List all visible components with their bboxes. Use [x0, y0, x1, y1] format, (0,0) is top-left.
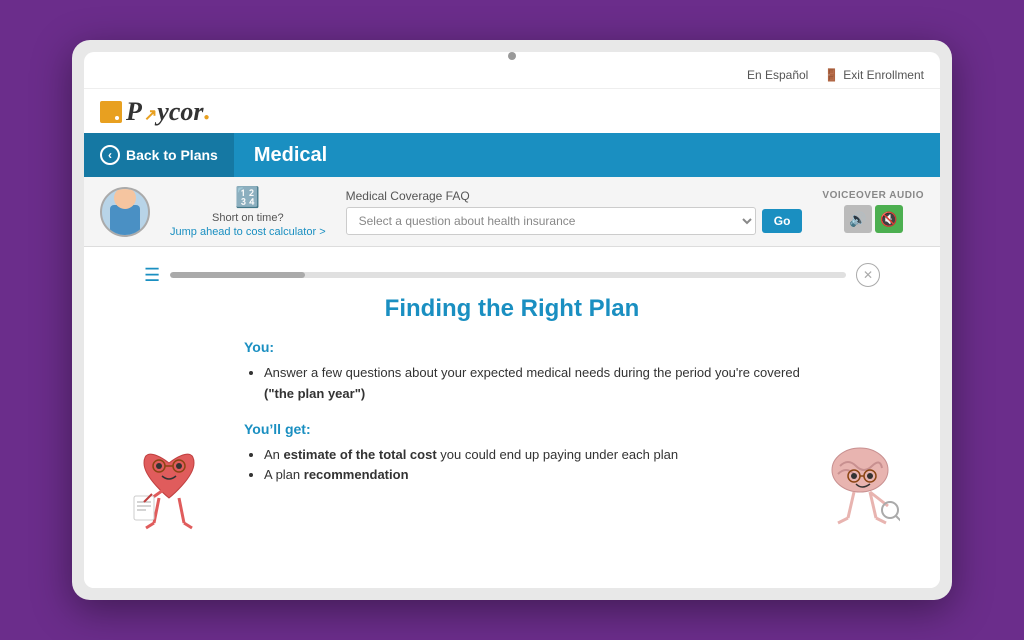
- page-title: Medical: [234, 144, 347, 167]
- faq-row: Select a question about health insurance…: [346, 207, 803, 235]
- youll-get-bullet-2: A plan recommendation: [264, 465, 820, 486]
- audio-controls: 🔊 🔇: [844, 205, 903, 233]
- voiceover-label: VOICEOVER AUDIO: [822, 190, 924, 201]
- you-label: You:: [244, 339, 820, 355]
- calculator-icon: 🔢: [235, 185, 260, 210]
- voiceover-section: VOICEOVER AUDIO 🔊 🔇: [822, 190, 924, 233]
- shortcut-title: Short on time?: [212, 212, 284, 224]
- nav-bar: ‹ Back to Plans Medical: [84, 133, 940, 177]
- device-screen: En Español 🚪 Exit Enrollment P↗ycor● ‹ B…: [84, 52, 940, 588]
- back-arrow-icon: ‹: [100, 145, 120, 165]
- avatar-head: [114, 187, 136, 209]
- brain-illustration: [820, 438, 900, 538]
- calculator-section[interactable]: 🔢 Short on time? Jump ahead to cost calc…: [170, 185, 326, 238]
- avatar-section: [100, 187, 150, 237]
- you-bullets-list: Answer a few questions about your expect…: [244, 363, 820, 405]
- audio-mute-button[interactable]: 🔇: [875, 205, 903, 233]
- audio-speaker-button[interactable]: 🔊: [844, 205, 872, 233]
- camera-dot: [508, 52, 516, 60]
- go-button[interactable]: Go: [762, 209, 803, 233]
- avatar: [100, 187, 150, 237]
- progress-bar-container: [170, 272, 846, 278]
- back-to-plans-button[interactable]: ‹ Back to Plans: [84, 133, 234, 177]
- device-frame: En Español 🚪 Exit Enrollment P↗ycor● ‹ B…: [72, 40, 952, 600]
- close-button[interactable]: ✕: [856, 263, 880, 287]
- faq-select[interactable]: Select a question about health insurance: [346, 207, 756, 235]
- main-title: Finding the Right Plan: [144, 295, 880, 323]
- content-area: ☰ ✕ Finding the Right Plan You: Answer a…: [84, 247, 940, 588]
- youll-get-bullets-list: An estimate of the total cost you could …: [244, 445, 820, 487]
- logo-icon: [100, 101, 122, 123]
- heart-illustration: [124, 428, 214, 538]
- header: P↗ycor●: [84, 89, 940, 133]
- faq-label: Medical Coverage FAQ: [346, 189, 803, 203]
- progress-bar-fill: [170, 272, 305, 278]
- you-bullet-1: Answer a few questions about your expect…: [264, 363, 820, 405]
- hamburger-menu-icon[interactable]: ☰: [144, 265, 160, 286]
- youll-get-label: You’ll get:: [244, 421, 820, 437]
- avatar-body: [110, 205, 140, 235]
- exit-enrollment-button[interactable]: 🚪 Exit Enrollment: [824, 68, 924, 82]
- info-bar: 🔢 Short on time? Jump ahead to cost calc…: [84, 177, 940, 247]
- youll-get-bullet-1: An estimate of the total cost you could …: [264, 445, 820, 466]
- language-link[interactable]: En Español: [747, 68, 808, 82]
- toolbar-row: ☰ ✕: [144, 263, 880, 287]
- cost-calculator-link[interactable]: Jump ahead to cost calculator >: [170, 226, 326, 238]
- utility-bar: En Español 🚪 Exit Enrollment: [84, 62, 940, 89]
- faq-section: Medical Coverage FAQ Select a question a…: [346, 189, 803, 235]
- exit-icon: 🚪: [824, 68, 839, 82]
- paycor-logo: P↗ycor●: [100, 97, 210, 127]
- content-inner: ☰ ✕ Finding the Right Plan You: Answer a…: [104, 247, 920, 518]
